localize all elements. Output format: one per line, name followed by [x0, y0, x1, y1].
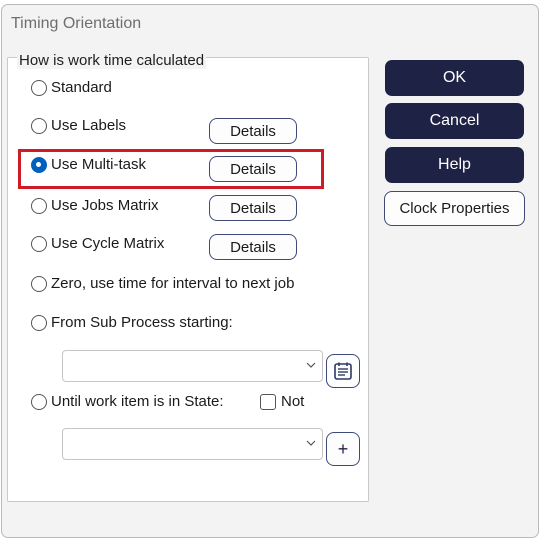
- details-button-multi-task[interactable]: Details: [209, 156, 297, 182]
- state-select[interactable]: [62, 428, 323, 460]
- radio-standard[interactable]: Standard: [31, 79, 112, 96]
- chevron-down-icon: [306, 362, 316, 368]
- radio-use-multi-task[interactable]: Use Multi-task: [31, 156, 146, 173]
- group-legend: How is work time calculated: [17, 52, 207, 69]
- cancel-button[interactable]: Cancel: [385, 103, 524, 139]
- plus-icon: +: [337, 438, 349, 459]
- window-title: Timing Orientation: [11, 15, 142, 32]
- not-checkbox-label: Not: [281, 393, 305, 410]
- radio-use-labels-label: Use Labels: [51, 117, 127, 134]
- radio-zero-interval-circle[interactable]: [31, 275, 47, 292]
- list-picker-icon: [334, 362, 352, 380]
- radio-standard-label: Standard: [51, 79, 112, 96]
- radio-use-labels[interactable]: Use Labels: [31, 117, 126, 134]
- title-bar[interactable]: Timing Orientation: [2, 5, 538, 39]
- radio-zero-interval[interactable]: Zero, use time for interval to next job: [31, 275, 294, 292]
- radio-use-jobs-matrix-label: Use Jobs Matrix: [51, 197, 159, 214]
- details-button-jobs-matrix[interactable]: Details: [209, 195, 297, 221]
- ok-button[interactable]: OK: [385, 60, 524, 96]
- radio-use-multi-task-circle[interactable]: [31, 156, 47, 173]
- radio-until-state-circle[interactable]: [31, 393, 47, 410]
- radio-from-sub-process[interactable]: From Sub Process starting:: [31, 314, 233, 331]
- details-button-cycle-matrix[interactable]: Details: [209, 234, 297, 260]
- not-checkbox[interactable]: Not: [260, 393, 304, 410]
- add-state-button[interactable]: +: [326, 432, 360, 466]
- radio-from-sub-process-label: From Sub Process starting:: [51, 314, 233, 331]
- radio-until-state-label: Until work item is in State:: [51, 393, 224, 410]
- radio-use-cycle-matrix-label: Use Cycle Matrix: [51, 235, 165, 252]
- radio-use-multi-task-label: Use Multi-task: [51, 156, 147, 173]
- radio-from-sub-process-circle[interactable]: [31, 314, 47, 331]
- help-button[interactable]: Help: [385, 147, 524, 183]
- radio-use-labels-circle[interactable]: [31, 117, 47, 134]
- radio-use-jobs-matrix[interactable]: Use Jobs Matrix: [31, 197, 159, 214]
- radio-use-cycle-matrix[interactable]: Use Cycle Matrix: [31, 235, 164, 252]
- radio-zero-interval-label: Zero, use time for interval to next job: [51, 275, 295, 292]
- details-button-labels[interactable]: Details: [209, 118, 297, 144]
- sub-process-select[interactable]: [62, 350, 323, 382]
- radio-standard-circle[interactable]: [31, 79, 47, 96]
- not-checkbox-box[interactable]: [260, 393, 276, 410]
- clock-properties-button[interactable]: Clock Properties: [384, 191, 525, 226]
- radio-use-cycle-matrix-circle[interactable]: [31, 235, 47, 252]
- chevron-down-icon: [306, 440, 316, 446]
- radio-use-jobs-matrix-circle[interactable]: [31, 197, 47, 214]
- radio-until-work-item-state[interactable]: Until work item is in State:: [31, 393, 224, 410]
- sub-process-picker-button[interactable]: [326, 354, 360, 388]
